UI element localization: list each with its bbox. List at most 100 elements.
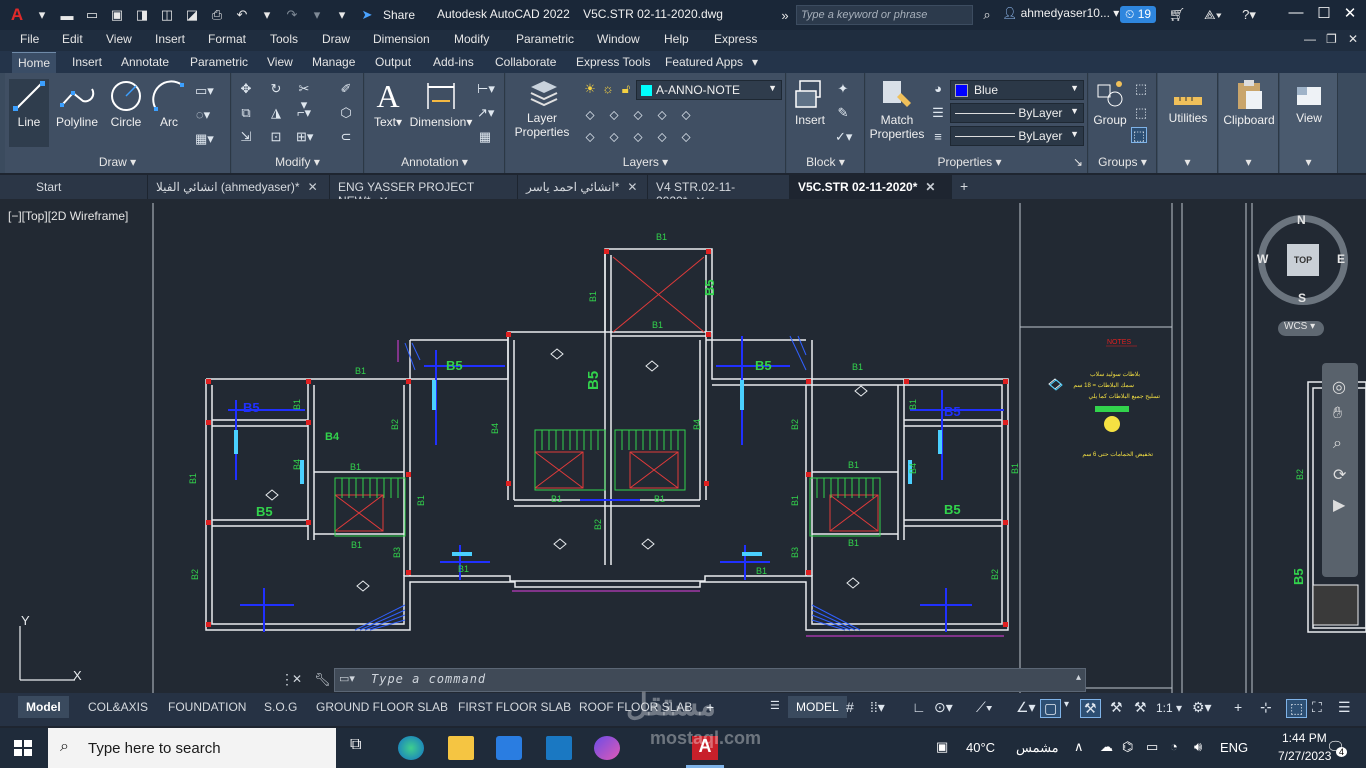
lineweight-dropdown[interactable]: ByLayer ▼ <box>950 126 1084 146</box>
snap-icon[interactable]: ⁞⁞▾ <box>870 699 885 716</box>
viewcube-top-face[interactable]: TOP <box>1287 244 1319 276</box>
zoom-icon[interactable]: ⌕ <box>1333 435 1342 453</box>
layers-panel-label[interactable]: Layers ▾ <box>506 155 785 169</box>
menu-help[interactable]: Help <box>664 32 689 46</box>
share-icon[interactable]: ➤ <box>358 6 376 24</box>
layout-tab-foundation[interactable]: FOUNDATION <box>160 696 254 718</box>
add-icon[interactable]: + <box>1234 699 1242 715</box>
table-icon[interactable]: ▦ <box>477 129 493 145</box>
layer-properties-button[interactable]: Layer Properties <box>512 79 576 139</box>
dimension-tool[interactable]: Dimension▾ <box>409 79 473 129</box>
close-command-icon[interactable]: ✕ <box>292 672 302 686</box>
title-chevron-icon[interactable]: » <box>776 6 794 24</box>
save-icon[interactable]: ▣ <box>108 6 126 24</box>
create-block-icon[interactable]: ✦ <box>835 81 851 97</box>
menu-view[interactable]: View <box>106 32 132 46</box>
layout-tab-ground-floor-slab[interactable]: GROUND FLOOR SLAB <box>308 696 456 718</box>
showmotion-icon[interactable]: ▶ <box>1333 495 1345 515</box>
doc-tab-start[interactable]: Start <box>0 175 148 199</box>
layer-freeze-icon[interactable]: ⬦ <box>678 107 694 123</box>
tab-output[interactable]: Output <box>375 55 411 69</box>
layer-walk-icon[interactable]: ⬦ <box>606 129 622 145</box>
linear-dim-icon[interactable]: ⊢▾ <box>477 81 495 97</box>
task-view-icon[interactable]: ⧉ <box>350 736 376 760</box>
menu-dimension[interactable]: Dimension <box>373 32 430 46</box>
store-icon[interactable] <box>496 736 522 760</box>
command-prompt-icon[interactable]: ▭▾ <box>339 672 355 685</box>
connect-icon[interactable]: ⟁▾ <box>1204 6 1222 24</box>
group-edit-icon[interactable]: ⬚ <box>1133 105 1149 121</box>
undo-dropdown-icon[interactable]: ▾ <box>258 6 276 24</box>
share-button[interactable]: Share <box>383 8 415 22</box>
color-wheel-icon[interactable]: ◕ <box>930 81 946 97</box>
taskbar-search[interactable]: ⌕ Type here to search <box>48 728 336 768</box>
copy-icon[interactable]: ⧉ <box>238 105 254 121</box>
customization-icon[interactable]: ☰ <box>1338 699 1351 716</box>
display-icon[interactable]: ▭ <box>1146 739 1158 755</box>
menu-file[interactable]: File <box>20 32 39 46</box>
fullscreen-icon[interactable]: ⛶ <box>1312 699 1322 716</box>
close-tab-icon[interactable]: ✕ <box>627 180 637 194</box>
steering-wheel-icon[interactable]: ◎ <box>1332 377 1346 397</box>
command-history-icon[interactable]: ▴ <box>1076 672 1081 683</box>
tab-annotate[interactable]: Annotate <box>121 55 169 69</box>
annotation-scale-icon[interactable]: ⚒ <box>1134 699 1147 716</box>
scale-selector[interactable]: 1:1 ▾ <box>1156 701 1182 715</box>
scale-icon[interactable]: ⊡ <box>268 129 284 145</box>
menu-format[interactable]: Format <box>208 32 246 46</box>
viewport-controls[interactable]: [−][Top][2D Wireframe] <box>8 209 128 223</box>
open-web-icon[interactable]: ◫ <box>158 6 176 24</box>
model-space-button[interactable]: MODEL <box>788 696 847 718</box>
mail-icon[interactable] <box>546 736 572 760</box>
menu-modify[interactable]: Modify <box>454 32 489 46</box>
ortho-icon[interactable]: ∟ <box>912 699 926 715</box>
layer-copy-icon[interactable]: ⬦ <box>678 129 694 145</box>
file-explorer-icon[interactable] <box>448 736 474 760</box>
clock-date[interactable]: 7/27/2023 <box>1278 749 1331 763</box>
mirror-icon[interactable]: ◮ <box>268 105 284 121</box>
polar-icon[interactable]: ⊙▾ <box>934 699 953 716</box>
layout-menu-icon[interactable]: ☰ <box>770 699 780 712</box>
pan-icon[interactable]: ✋︎ <box>1333 405 1342 423</box>
stretch-icon[interactable]: ⇲ <box>238 129 254 145</box>
polyline-tool[interactable]: Polyline <box>51 79 103 129</box>
rectangle-icon[interactable]: ▭▾ <box>195 83 214 99</box>
menu-tools[interactable]: Tools <box>270 32 298 46</box>
minimize-button[interactable]: — <box>1286 4 1306 24</box>
menu-insert[interactable]: Insert <box>155 32 185 46</box>
redo-icon[interactable]: ↷ <box>283 6 301 24</box>
doc-tab-villa[interactable]: انشائي الفيلا (ahmedyaser)* ✕ <box>148 175 330 199</box>
clock-time[interactable]: 1:44 PM <box>1282 731 1327 745</box>
color-dropdown[interactable]: Blue ▼ <box>950 80 1084 100</box>
menu-express[interactable]: Express <box>714 32 757 46</box>
weather-temp[interactable]: 40°C <box>966 740 995 755</box>
doc-tab-eng-yasser[interactable]: ENG YASSER PROJECT NEW*✕ <box>330 175 518 208</box>
leader-icon[interactable]: ↗▾ <box>477 105 494 121</box>
array-icon[interactable]: ⊞▾ <box>296 129 313 145</box>
clipboard-panel[interactable]: Clipboard ▾ <box>1219 73 1279 173</box>
isodraft-icon[interactable]: ⟋▾ <box>976 699 993 716</box>
utilities-panel[interactable]: Utilities ▾ <box>1158 73 1218 173</box>
tab-addins[interactable]: Add-ins <box>433 55 474 69</box>
osnap-dropdown-icon[interactable]: ▾ <box>1064 699 1069 710</box>
tray-chevron-icon[interactable]: ∧ <box>1074 739 1084 755</box>
menu-window[interactable]: Window <box>597 32 640 46</box>
attribute-icon[interactable]: ✓▾ <box>835 129 852 145</box>
weather-icon[interactable]: ▣ <box>936 739 948 755</box>
insert-block-button[interactable]: Insert <box>789 79 831 127</box>
trim-icon[interactable]: ✂▾ <box>296 81 312 112</box>
cart-icon[interactable]: 🛒︎ <box>1168 6 1186 24</box>
notification-badge[interactable]: ⏲ 19 <box>1120 6 1157 23</box>
grid-icon[interactable]: # <box>846 699 854 715</box>
ribbon-toggle-icon[interactable]: ▾ <box>752 55 758 69</box>
open-folder-icon[interactable]: ▭ <box>83 6 101 24</box>
doc-tab-ahmed-yasser[interactable]: انشائي احمد ياسر* ✕ <box>518 175 648 199</box>
close-button[interactable]: ✕ <box>1340 4 1360 24</box>
edge-icon[interactable] <box>398 736 424 760</box>
line-tool[interactable]: Line <box>9 79 49 147</box>
linetype-dropdown[interactable]: ByLayer ▼ <box>950 103 1084 123</box>
doc-tab-v5c[interactable]: V5C.STR 02-11-2020* ✕ <box>790 175 952 199</box>
osnap-tracking-icon[interactable]: ∠▾ <box>1016 699 1036 716</box>
groups-panel-label[interactable]: Groups ▾ <box>1089 155 1156 169</box>
lineweight-icon[interactable]: ☰ <box>930 105 946 121</box>
